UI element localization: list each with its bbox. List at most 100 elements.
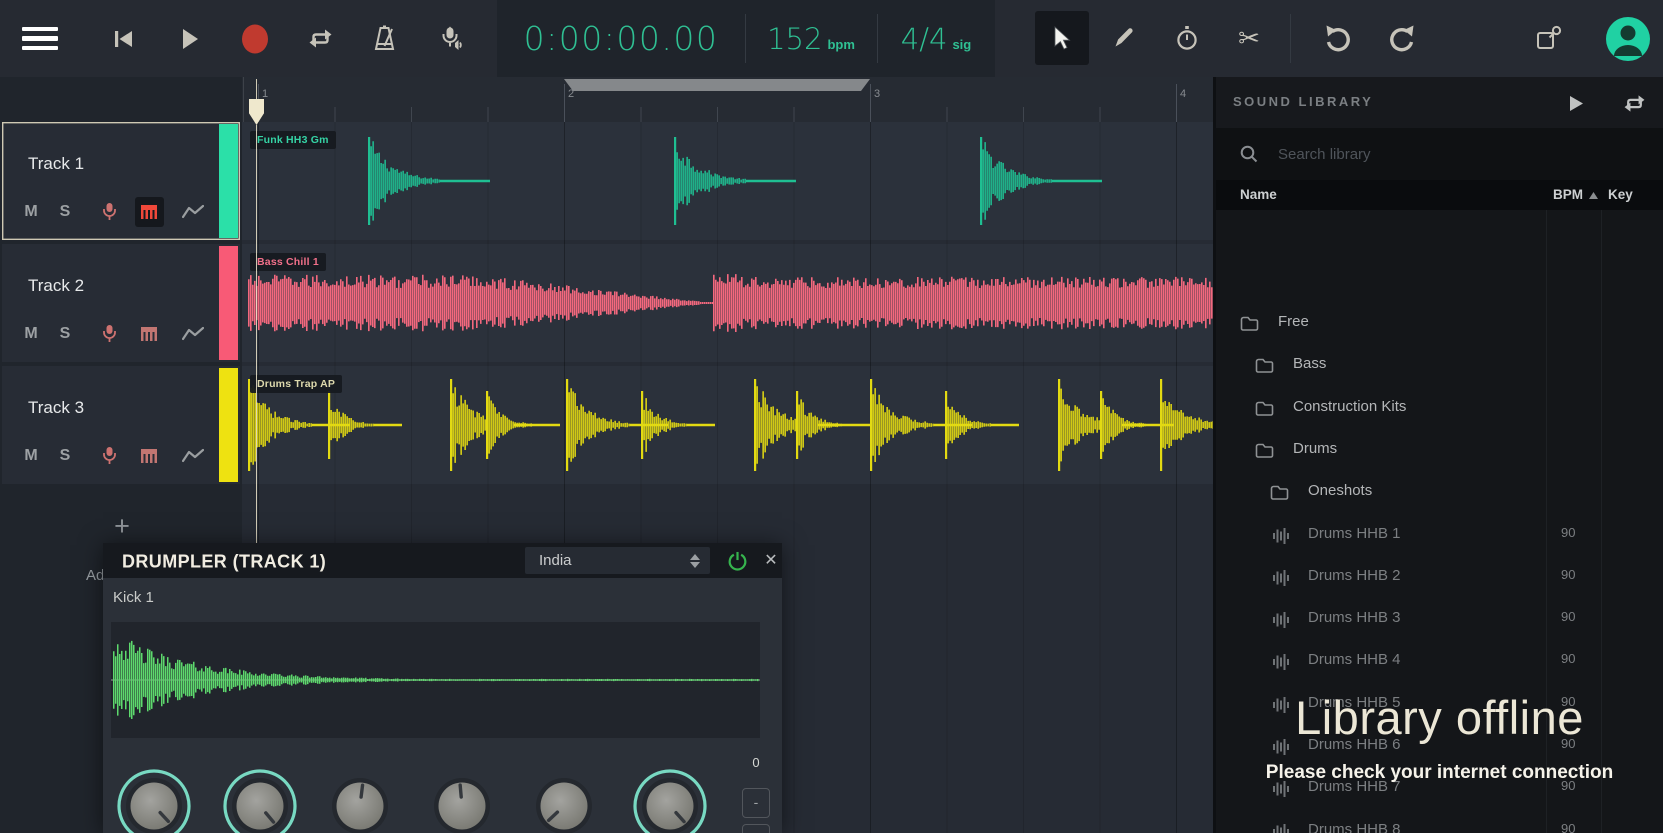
solo-button[interactable]: S (52, 325, 78, 343)
pencil-icon (1112, 26, 1136, 50)
select-tool-button[interactable] (1035, 11, 1089, 65)
instrument-button[interactable] (132, 197, 166, 227)
record-button[interactable] (234, 0, 276, 77)
library-row-drums-hhb-4[interactable]: Drums HHB 490 (1216, 640, 1663, 682)
search-input[interactable] (1276, 145, 1580, 164)
automation-button[interactable] (176, 326, 210, 342)
pencil-tool-button[interactable] (1097, 11, 1151, 65)
library-row-drums-hhb-8[interactable]: Drums HHB 890 (1216, 810, 1663, 833)
row-label: Drums HHB 5 (1308, 694, 1401, 711)
row-label: Drums HHB 4 (1308, 651, 1401, 668)
library-row-drums[interactable]: Drums (1216, 429, 1663, 471)
sample-waveform-display[interactable] (111, 622, 760, 738)
automation-icon (182, 326, 204, 342)
knob-2[interactable] (220, 766, 300, 833)
row-bpm: 90 (1561, 567, 1575, 582)
automation-button[interactable] (176, 204, 210, 220)
rewind-icon (113, 29, 135, 49)
loop-button[interactable] (298, 0, 342, 77)
knob-3[interactable] (320, 766, 400, 833)
preset-dropdown[interactable]: India (525, 547, 710, 574)
track-card-1[interactable]: Track 1MS (2, 122, 240, 240)
clip-drums-trap-ap[interactable] (242, 366, 1213, 484)
instrument-button[interactable] (132, 326, 166, 342)
track-card-2[interactable]: Track 2MS (2, 244, 240, 362)
sort-asc-icon (1589, 192, 1598, 199)
row-label: Oneshots (1308, 482, 1372, 499)
library-row-bass[interactable]: Bass (1216, 344, 1663, 386)
instrument-active-box (135, 197, 164, 227)
close-button[interactable]: ✕ (759, 549, 783, 573)
mic-monitor-button[interactable] (92, 446, 126, 466)
mic-monitor-button[interactable] (92, 324, 126, 344)
stepper-minus-button[interactable]: - (742, 788, 770, 818)
undo-button[interactable] (1316, 0, 1360, 77)
add-track-button[interactable]: + (108, 513, 136, 541)
library-row-free[interactable]: Free (1216, 302, 1663, 344)
time-signature-control[interactable]: 4/4 sig (877, 0, 995, 77)
play-icon (181, 28, 199, 50)
library-row-drums-hhb-1[interactable]: Drums HHB 190 (1216, 514, 1663, 556)
knob-4[interactable] (422, 766, 502, 833)
column-bpm[interactable]: BPM (1553, 187, 1583, 202)
library-row-construction-kits[interactable]: Construction Kits (1216, 387, 1663, 429)
redo-button[interactable] (1380, 0, 1424, 77)
library-search (1216, 128, 1663, 180)
power-button[interactable] (725, 549, 749, 573)
library-row-drums-hhb-6[interactable]: Drums HHB 690 (1216, 725, 1663, 767)
stepper-plus-button[interactable] (742, 824, 770, 833)
piano-icon (141, 326, 157, 342)
rewind-button[interactable] (104, 0, 144, 77)
row-label: Free (1278, 313, 1309, 330)
metronome-button[interactable] (362, 0, 406, 77)
library-row-oneshots[interactable]: Oneshots (1216, 471, 1663, 513)
folder-icon (1255, 401, 1274, 416)
track-card-3[interactable]: Track 3MS (2, 366, 240, 484)
stopwatch-tool-button[interactable] (1160, 11, 1214, 65)
avatar (1605, 16, 1651, 62)
waveform-icon (1272, 780, 1290, 798)
timeline-ruler[interactable]: 1234 (242, 77, 1213, 123)
library-row-drums-hhb-3[interactable]: Drums HHB 390 (1216, 598, 1663, 640)
mic-monitor-button[interactable] (92, 202, 126, 222)
automation-button[interactable] (176, 448, 210, 464)
account-button[interactable] (1602, 0, 1654, 77)
share-button[interactable] (1524, 0, 1572, 77)
library-loop-button[interactable] (1614, 88, 1654, 118)
sample-name: Kick 1 (113, 589, 154, 606)
column-name[interactable]: Name (1240, 187, 1277, 202)
knob-1[interactable] (114, 766, 194, 833)
loop-icon (307, 28, 334, 49)
mute-button[interactable]: M (18, 447, 44, 465)
track-color-strip (219, 124, 238, 238)
input-monitoring-button[interactable] (428, 0, 474, 77)
solo-button[interactable]: S (52, 447, 78, 465)
mute-button[interactable]: M (18, 325, 44, 343)
knob-6[interactable] (630, 766, 710, 833)
library-rows: Free BassConstruction KitsDrums Oneshots Dr… (1216, 210, 1663, 833)
library-column-header: Name BPM Key (1216, 180, 1663, 210)
column-key[interactable]: Key (1608, 187, 1633, 202)
undo-icon (1323, 24, 1353, 54)
library-header: SOUND LIBRARY (1216, 77, 1663, 128)
measure-label: 1 (262, 88, 268, 100)
menu-button[interactable] (0, 0, 79, 77)
bpm-control[interactable]: 152 bpm (745, 0, 877, 77)
bpm-value: 152 (767, 22, 822, 56)
library-play-button[interactable] (1556, 88, 1596, 118)
clip-bass-chill-1[interactable] (242, 244, 1213, 362)
solo-button[interactable]: S (52, 203, 78, 221)
time-value: 0:00:00.00 (524, 19, 719, 58)
piano-icon (141, 204, 157, 220)
library-row-drums-hhb-5[interactable]: Drums HHB 590 (1216, 683, 1663, 725)
track-color-strip (219, 246, 238, 360)
instrument-button[interactable] (132, 448, 166, 464)
scissors-tool-button[interactable]: ✂ (1222, 11, 1276, 65)
knob-5[interactable] (524, 766, 604, 833)
library-row-drums-hhb-7[interactable]: Drums HHB 790 (1216, 767, 1663, 809)
clip-funk-hh3-gm[interactable] (242, 122, 1213, 240)
mute-button[interactable]: M (18, 203, 44, 221)
library-row-drums-hhb-2[interactable]: Drums HHB 290 (1216, 556, 1663, 598)
play-button[interactable] (170, 0, 210, 77)
search-icon (1240, 145, 1258, 163)
